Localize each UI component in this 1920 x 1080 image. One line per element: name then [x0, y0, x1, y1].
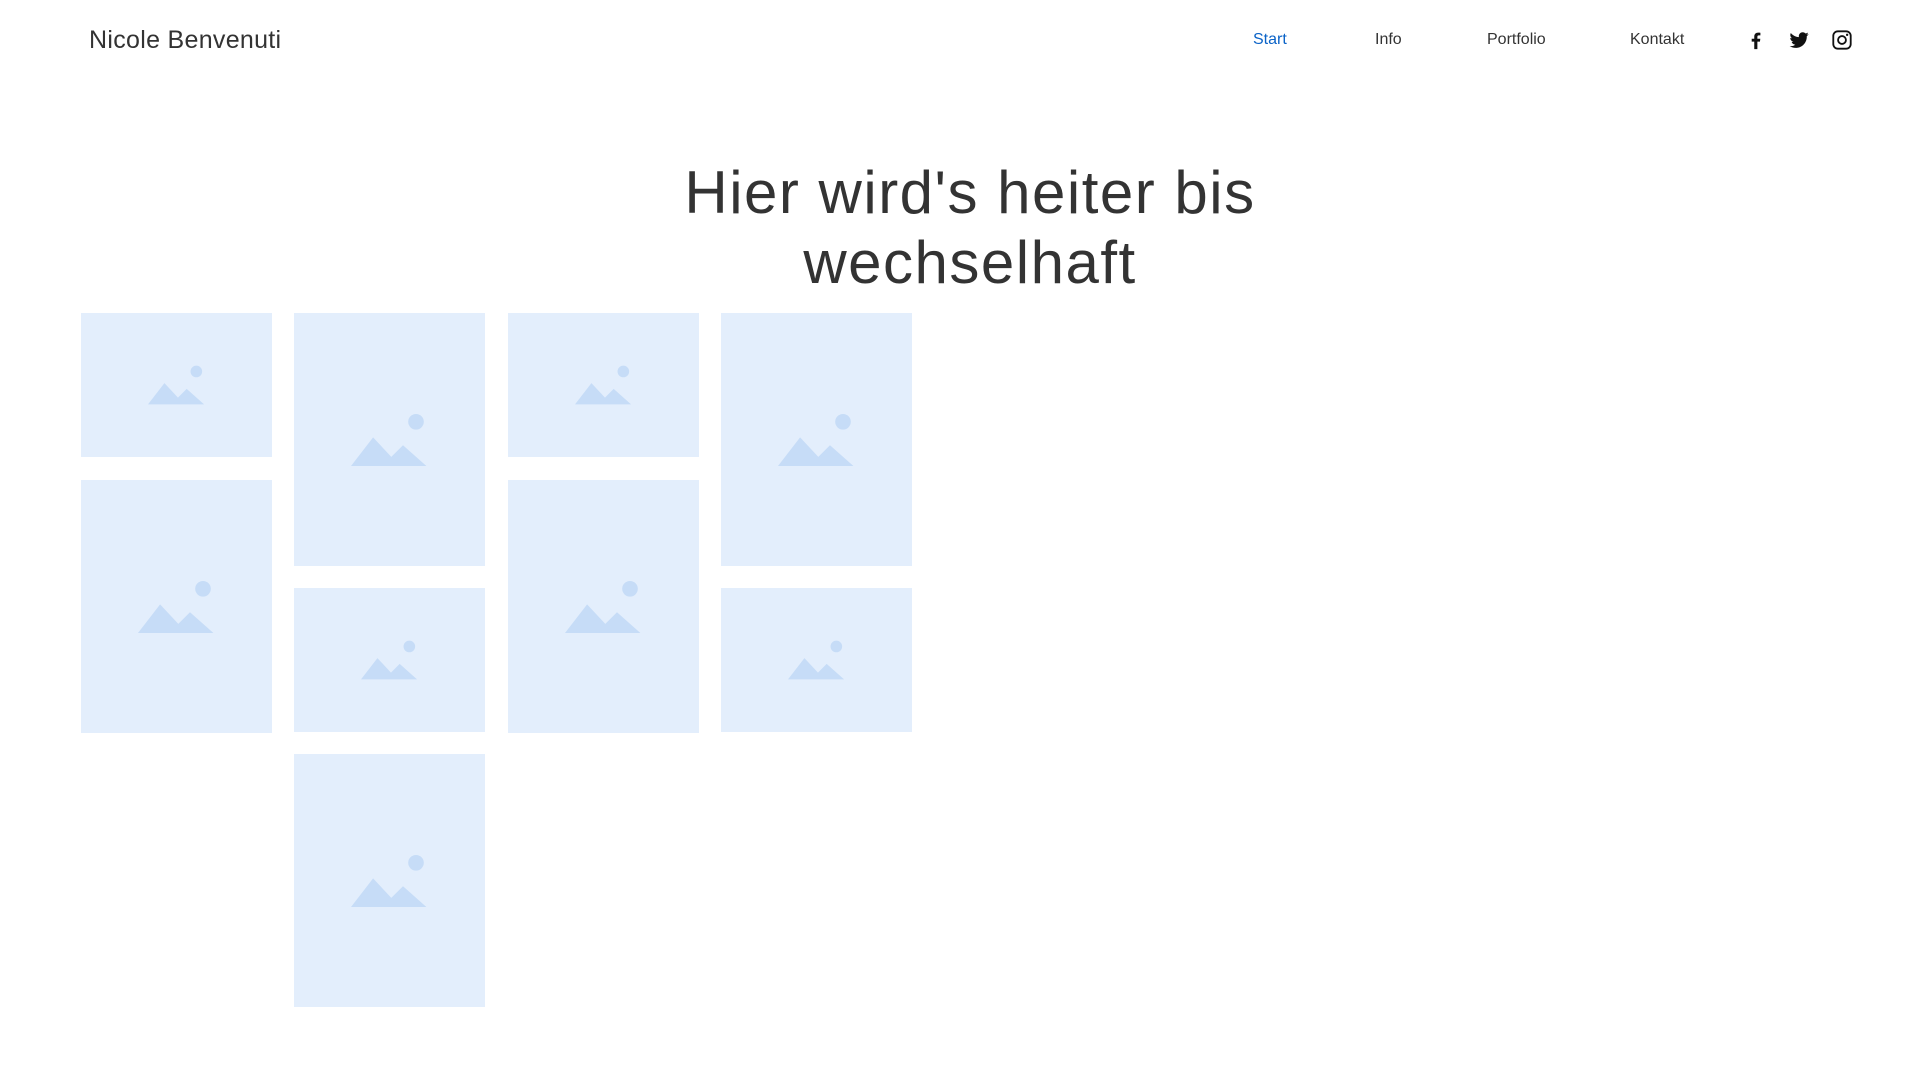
twitter-icon[interactable] — [1788, 29, 1810, 51]
gallery-image[interactable] — [294, 754, 485, 1007]
gallery-image[interactable] — [508, 313, 699, 457]
site-logo[interactable]: Nicole Benvenuti — [89, 24, 281, 56]
facebook-icon[interactable] — [1745, 29, 1767, 51]
image-placeholder-icon — [574, 365, 631, 405]
gallery-image[interactable] — [721, 313, 912, 566]
site-header: Nicole Benvenuti Start Info Portfolio Ko… — [0, 0, 1920, 80]
nav-item-start[interactable]: Start — [1253, 30, 1287, 50]
gallery-image[interactable] — [721, 588, 912, 732]
nav-item-portfolio[interactable]: Portfolio — [1487, 30, 1546, 50]
image-placeholder-icon — [787, 640, 844, 680]
page-title-line-1: Hier wird's heiter bis — [684, 159, 1256, 226]
image-placeholder-icon — [147, 365, 204, 405]
page-title: Hier wird's heiter bis wechselhaft — [560, 158, 1380, 298]
instagram-icon[interactable] — [1831, 29, 1853, 51]
image-placeholder-icon — [777, 413, 853, 466]
image-placeholder-icon — [564, 580, 640, 633]
gallery-image[interactable] — [294, 588, 485, 732]
gallery-image[interactable] — [508, 480, 699, 733]
nav-item-kontakt[interactable]: Kontakt — [1630, 30, 1684, 50]
image-placeholder-icon — [360, 640, 417, 680]
gallery-image[interactable] — [81, 480, 272, 733]
image-placeholder-icon — [137, 580, 213, 633]
nav-item-info[interactable]: Info — [1375, 30, 1402, 50]
gallery-image[interactable] — [294, 313, 485, 566]
page-title-line-2: wechselhaft — [803, 229, 1137, 296]
image-placeholder-icon — [350, 413, 426, 466]
image-placeholder-icon — [350, 854, 426, 907]
gallery-image[interactable] — [81, 313, 272, 457]
